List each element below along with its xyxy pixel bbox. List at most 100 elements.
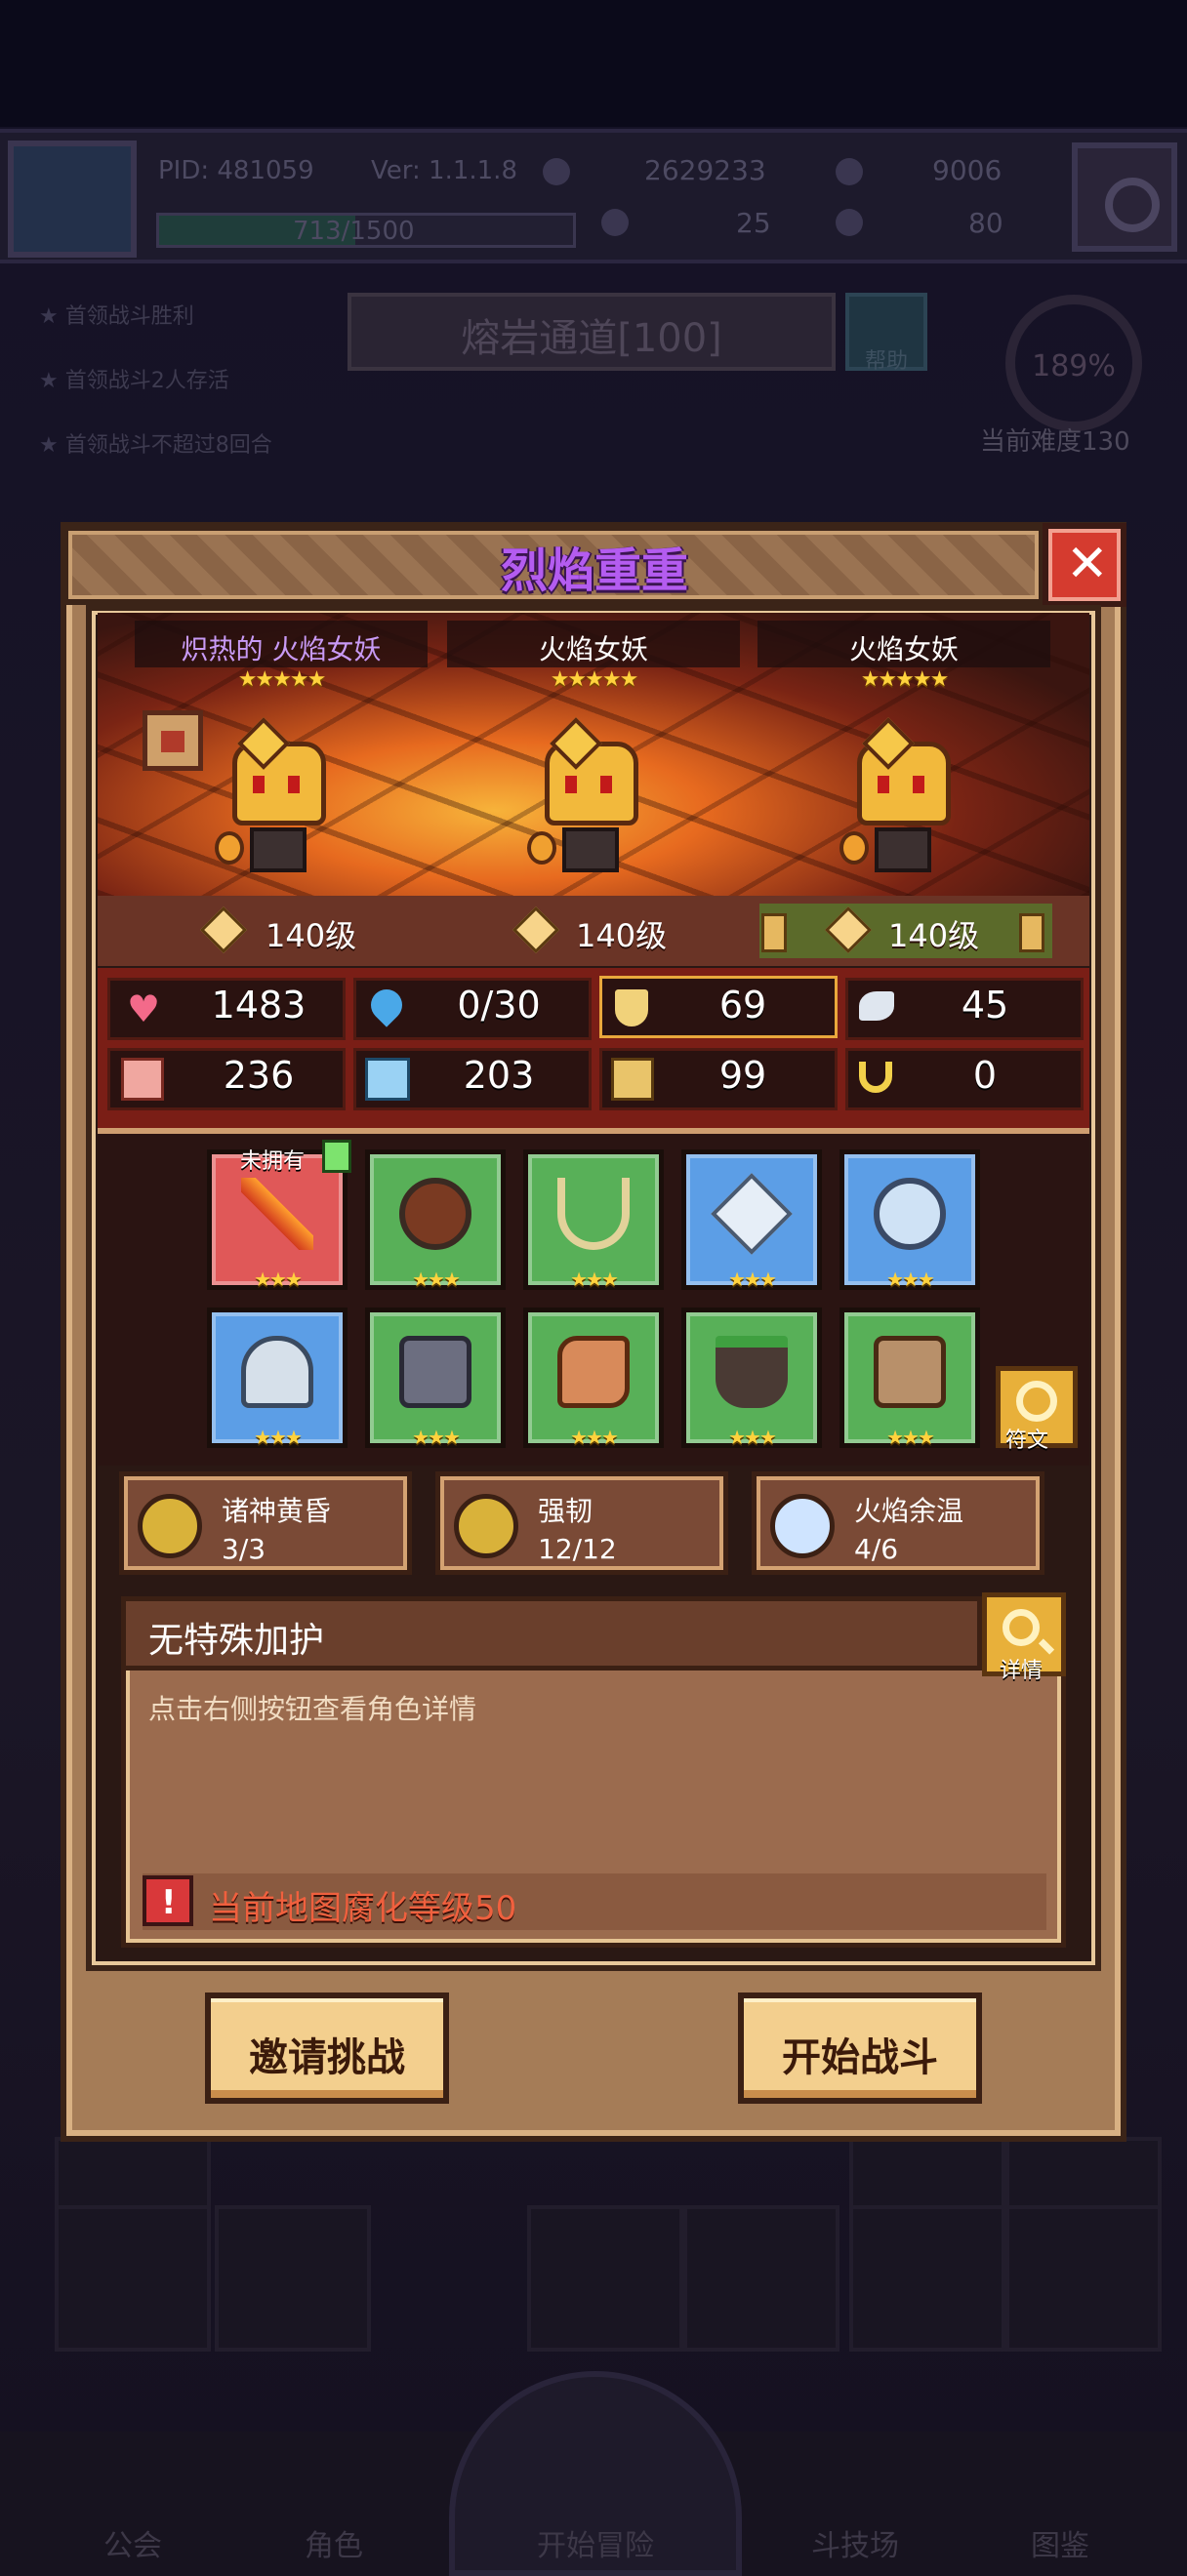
- prev-arrow-icon[interactable]: [761, 913, 787, 952]
- set-name: 强韧: [538, 1495, 594, 1527]
- currency-icon: [543, 158, 570, 185]
- gear-stars: ★★★: [728, 1426, 777, 1449]
- gear-slot-boots[interactable]: ★★★: [839, 1308, 980, 1449]
- close-button[interactable]: ✕: [1043, 523, 1126, 607]
- stat-speed-value: 45: [961, 984, 1009, 1026]
- gear-slot-gem[interactable]: ★★★: [681, 1149, 822, 1291]
- gear-slot-armor[interactable]: ★★★: [365, 1308, 506, 1449]
- round-shield-icon: [399, 1178, 471, 1250]
- start-label: 开始战斗: [782, 2035, 938, 2080]
- settings-button[interactable]: [1072, 142, 1177, 252]
- gear-slot-belt[interactable]: ★★★: [681, 1308, 822, 1449]
- heart-icon: ♥: [127, 987, 161, 1030]
- key-icon: [836, 209, 863, 236]
- gear-stars: ★★★: [412, 1268, 461, 1291]
- gear-stars: ★★★: [570, 1268, 619, 1291]
- help-label: 帮助: [864, 349, 908, 374]
- stat-hp-value: 1483: [211, 984, 307, 1026]
- next-arrow-icon[interactable]: [1019, 913, 1044, 952]
- enemy-name-3: 火焰女妖: [848, 633, 959, 665]
- ring-icon: [874, 1178, 946, 1250]
- invite-label: 邀请挑战: [249, 2035, 405, 2080]
- enemy-level-1: 140级: [266, 917, 357, 954]
- enemy-stars: ★★★★★: [860, 667, 950, 692]
- set-count: 4/6: [854, 1533, 899, 1565]
- gear-stars: ★★★: [254, 1426, 303, 1449]
- gear-stars: ★★★: [412, 1426, 461, 1449]
- set-count: 3/3: [222, 1533, 266, 1565]
- boots-icon: [874, 1336, 946, 1408]
- clover-icon: [601, 209, 629, 236]
- gear-slot-shield[interactable]: ★★★: [365, 1149, 506, 1291]
- gear-slot-gloves[interactable]: ★★★: [523, 1308, 664, 1449]
- enemy-sprite-2[interactable]: [517, 742, 664, 888]
- stage-name: 熔岩通道[100]: [461, 316, 722, 361]
- gem-amount: 9006: [932, 154, 1003, 186]
- nav-guild[interactable]: 公会: [55, 2521, 211, 2564]
- gear-stars: ★★★: [728, 1268, 777, 1291]
- thumbs-up-icon: [322, 1140, 351, 1173]
- unowned-tag: 未拥有: [240, 1149, 306, 1174]
- enemy-level-3: 140级: [888, 917, 980, 954]
- stat-crit-value: 0: [972, 1054, 998, 1097]
- set-count: 12/12: [538, 1533, 617, 1565]
- inventory-slot: [215, 2205, 371, 2352]
- stat-defense-value: 69: [718, 984, 767, 1026]
- helmet-icon: [241, 1336, 313, 1408]
- inventory-slot: [1005, 2205, 1162, 2352]
- enemy-sprite-3[interactable]: [830, 742, 976, 888]
- nav-collection[interactable]: 图鉴: [982, 2521, 1138, 2564]
- nav-adventure[interactable]: 开始冒险: [517, 2521, 674, 2564]
- diamond-icon: [711, 1173, 793, 1255]
- glove-icon: [557, 1336, 630, 1408]
- wing-icon: [859, 991, 894, 1021]
- description-text: 点击右侧按钮查看角色详情: [148, 1693, 477, 1725]
- boss-badge-icon: [143, 710, 203, 771]
- coin-icon: [138, 1494, 202, 1558]
- set-bonus-card[interactable]: 诸神黄昏 3/3: [119, 1471, 412, 1575]
- stat-magic-value: 203: [463, 1054, 535, 1097]
- refresh-icon: [1016, 1381, 1057, 1422]
- fist-icon: [121, 1058, 164, 1101]
- gem-icon: [836, 158, 863, 185]
- rune-label: 符文: [1005, 1429, 1049, 1453]
- corruption-warning: 当前地图腐化等级50: [209, 1889, 517, 1928]
- armor-scroll-icon: [611, 1058, 654, 1101]
- gear-slot-helmet[interactable]: ★★★: [207, 1308, 348, 1449]
- gear-stars: ★★★: [886, 1426, 935, 1449]
- invite-challenge-button[interactable]: 邀请挑战: [205, 1992, 449, 2104]
- set-name: 诸神黄昏: [222, 1495, 332, 1527]
- version-label: Ver: 1.1.1.8: [371, 156, 517, 185]
- stat-armor-value: 99: [718, 1054, 767, 1097]
- gear-stars: ★★★: [886, 1268, 935, 1291]
- gear-slot-necklace[interactable]: ★★★: [523, 1149, 664, 1291]
- orb-icon: [770, 1494, 835, 1558]
- enemy-level-2: 140级: [576, 917, 668, 954]
- quest-item: 首领战斗胜利: [39, 299, 194, 330]
- exp-text: 713/1500: [293, 217, 415, 246]
- inventory-slot: [849, 2205, 1005, 2352]
- belt-icon: [716, 1336, 788, 1408]
- set-bonus-card[interactable]: 火焰余温 4/6: [752, 1471, 1044, 1575]
- start-battle-button[interactable]: 开始战斗: [738, 1992, 982, 2104]
- enemy-sprite-1[interactable]: [205, 742, 351, 888]
- gear-slot-ring[interactable]: ★★★: [839, 1149, 980, 1291]
- inventory-slot: [683, 2205, 839, 2352]
- key-amount: 80: [968, 207, 1003, 239]
- close-icon: ✕: [1066, 535, 1109, 593]
- gear-stars: ★★★: [570, 1426, 619, 1449]
- nav-character[interactable]: 角色: [256, 2521, 412, 2564]
- warning-icon: [143, 1875, 193, 1926]
- player-avatar[interactable]: [8, 141, 137, 258]
- modal-title: 烈焰重重: [500, 543, 688, 598]
- enemy-name-2: 火焰女妖: [538, 633, 648, 665]
- inventory-slot: [55, 2205, 211, 2352]
- clover-amount: 25: [736, 207, 771, 239]
- coin-icon: [454, 1494, 518, 1558]
- gold-amount: 2629233: [644, 154, 766, 186]
- enemy-stars: ★★★★★: [550, 667, 639, 692]
- nav-arena[interactable]: 斗技场: [777, 2521, 933, 2564]
- player-id: PID: 481059: [158, 156, 314, 185]
- set-bonus-card[interactable]: 强韧 12/12: [435, 1471, 728, 1575]
- flame-weapon-icon: [241, 1178, 313, 1250]
